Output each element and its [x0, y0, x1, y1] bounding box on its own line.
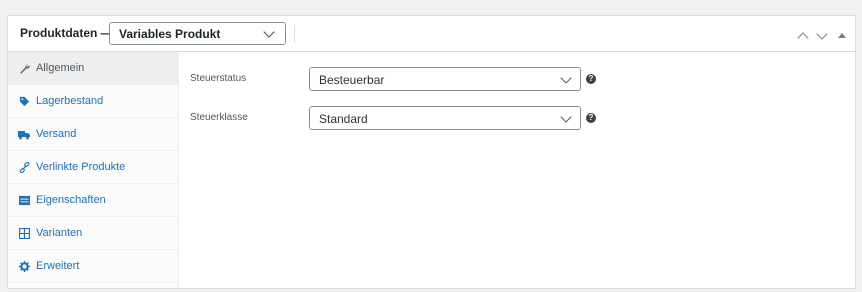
tax-status-select[interactable]: Besteuerbar	[309, 67, 581, 91]
link-icon	[18, 161, 30, 173]
tab-varianten[interactable]: Varianten	[8, 217, 178, 250]
tag-icon	[18, 95, 30, 107]
tab-label: Allgemein	[36, 62, 85, 74]
chevron-down-icon	[816, 28, 828, 40]
product-data-tabs: Allgemein Lagerbestand Versand Verlinkte…	[8, 52, 179, 288]
tab-label: Versand	[36, 128, 77, 140]
gear-icon	[18, 260, 30, 272]
wrench-icon	[18, 62, 30, 74]
tab-label: Eigenschaften	[36, 194, 106, 206]
help-icon[interactable]: ?	[586, 113, 596, 123]
tab-lagerbestand[interactable]: Lagerbestand	[8, 85, 178, 118]
panel-header: Produktdaten — Variables Produkt	[8, 16, 855, 52]
tax-class-label: Steuerklasse	[190, 112, 248, 123]
tab-label: Lagerbestand	[36, 95, 104, 107]
tab-eigenschaften[interactable]: Eigenschaften	[8, 184, 178, 217]
tab-label: Varianten	[36, 227, 83, 239]
tab-label: Verlinkte Produkte	[36, 161, 126, 173]
tax-class-select[interactable]: Standard	[309, 106, 581, 130]
help-icon[interactable]: ?	[586, 74, 596, 84]
product-data-panel: Produktdaten — Variables Produkt Allgeme…	[7, 15, 856, 289]
chevron-up-icon	[797, 32, 809, 44]
collapse-toggle-button[interactable]	[837, 29, 847, 43]
tax-class-value: Standard	[319, 112, 368, 126]
chevron-down-icon	[560, 72, 572, 84]
tax-status-value: Besteuerbar	[319, 73, 385, 87]
chevron-down-icon	[263, 26, 275, 38]
tab-versand[interactable]: Versand	[8, 118, 178, 151]
tax-status-label: Steuerstatus	[190, 73, 247, 84]
tab-erweitert[interactable]: Erweitert	[8, 250, 178, 283]
chevron-down-icon	[560, 111, 572, 123]
tab-label: Erweitert	[36, 260, 80, 272]
move-down-button[interactable]	[815, 28, 829, 43]
list-icon	[18, 194, 30, 206]
tab-allgemein[interactable]: Allgemein	[8, 52, 178, 85]
panel-title: Produktdaten —	[20, 26, 113, 40]
truck-icon	[18, 128, 30, 140]
product-type-value: Variables Produkt	[119, 27, 221, 41]
triangle-up-icon	[838, 33, 846, 38]
product-type-select[interactable]: Variables Produkt	[109, 22, 286, 45]
tab-verlinkte-produkte[interactable]: Verlinkte Produkte	[8, 151, 178, 184]
move-up-button[interactable]	[796, 29, 810, 44]
grid-icon	[18, 227, 30, 239]
header-divider	[294, 25, 295, 43]
